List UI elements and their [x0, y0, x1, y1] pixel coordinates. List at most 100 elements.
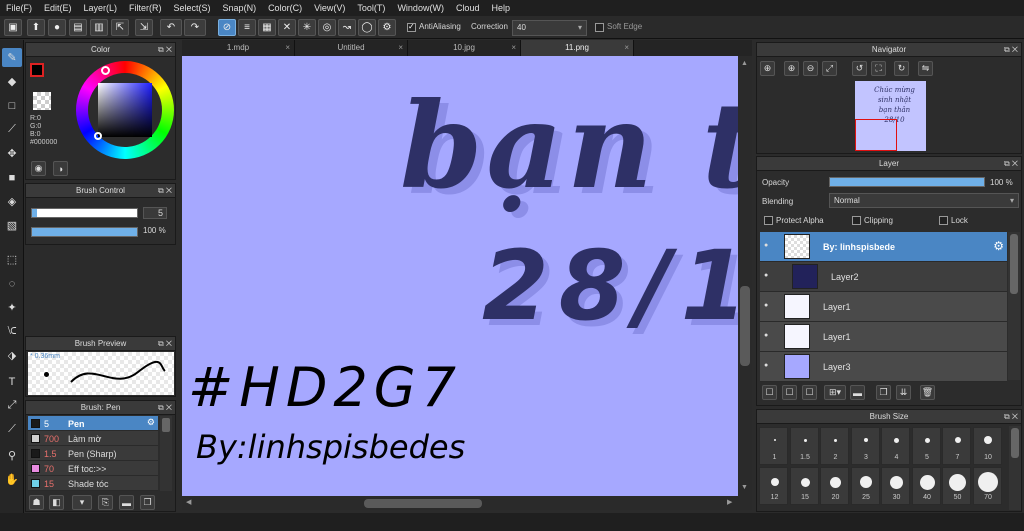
move-tool-icon[interactable]: ✥: [2, 144, 22, 163]
menu-item[interactable]: Edit(E): [38, 3, 78, 13]
brush-size-cell[interactable]: 10: [972, 427, 1002, 465]
layer-opacity-slider[interactable]: [829, 177, 985, 187]
close-tab-icon[interactable]: ×: [398, 40, 403, 56]
panel-controls-icon[interactable]: ⧉ ✕: [158, 401, 172, 415]
palette-icon[interactable]: ◉: [31, 161, 46, 176]
document-icon[interactable]: ▥: [90, 19, 108, 36]
duplicate-layer-icon[interactable]: ❐: [876, 385, 891, 400]
document-tab[interactable]: Untitled ×: [295, 40, 408, 56]
brush-list-scrollbar[interactable]: [160, 416, 172, 491]
snap-radial-icon[interactable]: ✳: [298, 19, 316, 36]
layer-row[interactable]: ● Layer3: [760, 352, 1007, 382]
snap-grid-icon[interactable]: ▦: [258, 19, 276, 36]
zoom-in-icon[interactable]: ⊕: [760, 61, 775, 76]
brush-size-cell[interactable]: 7: [942, 427, 971, 465]
drawing-canvas[interactable]: bạn t bạn t 28/10 28/10 #HD2G7 By:linhsp…: [182, 56, 738, 496]
document-tab[interactable]: 1.mdp ×: [182, 40, 295, 56]
correction-select[interactable]: 40: [512, 20, 587, 36]
brush-size-cell[interactable]: 30: [881, 467, 910, 505]
panel-controls-icon[interactable]: ⧉ ✕: [1004, 157, 1018, 171]
soft-edge-checkbox[interactable]: [595, 23, 604, 32]
color-cursor[interactable]: [94, 132, 102, 140]
merge-layer-icon[interactable]: ⇊: [896, 385, 911, 400]
brush-copy-icon[interactable]: ⎘: [98, 495, 113, 510]
brush-list-item[interactable]: 5 Pen ⚙: [28, 416, 158, 431]
close-tab-icon[interactable]: ×: [511, 40, 516, 56]
brush-settings-icon[interactable]: ⚙: [147, 417, 155, 428]
menu-item[interactable]: Color(C): [262, 3, 308, 13]
brush-size-cell[interactable]: 15: [789, 467, 819, 505]
scroll-up-icon[interactable]: ▲: [741, 60, 748, 67]
panel-controls-icon[interactable]: ⧉ ✕: [158, 337, 172, 351]
fit-view-icon[interactable]: ⤢: [822, 61, 837, 76]
brush-set-icon[interactable]: ◧: [49, 495, 64, 510]
text-tool-icon[interactable]: T: [2, 372, 22, 391]
layer-visibility-icon[interactable]: ●: [764, 362, 768, 369]
panel-controls-icon[interactable]: ⧉ ✕: [1004, 43, 1018, 57]
snap-cross-icon[interactable]: ✕: [278, 19, 296, 36]
hand-tool-icon[interactable]: ✋: [2, 470, 22, 489]
operation-tool-icon[interactable]: ⤢: [2, 396, 22, 415]
panel-controls-icon[interactable]: ⧉ ✕: [158, 184, 172, 198]
horizontal-scroll-thumb[interactable]: [364, 499, 482, 508]
brush-size-slider[interactable]: [31, 208, 138, 218]
lasso-tool-icon[interactable]: ◌: [2, 274, 22, 293]
snap-circle-icon[interactable]: ◎: [318, 19, 336, 36]
layer-row[interactable]: ● By: linhspisbede ⚙: [760, 232, 1007, 262]
menu-item[interactable]: Cloud: [450, 3, 486, 13]
canvas-horizontal-scrollbar[interactable]: ◀ ▶: [182, 496, 752, 510]
open-icon[interactable]: ⬆: [27, 19, 45, 36]
undo-icon[interactable]: ↶: [160, 19, 182, 36]
export-icon[interactable]: ⇱: [111, 19, 129, 36]
rotate-left-icon[interactable]: ↺: [852, 61, 867, 76]
comment-icon[interactable]: ●: [48, 19, 66, 36]
fill-rect-tool-icon[interactable]: ■: [2, 168, 22, 187]
select-eraser-tool-icon[interactable]: ⬗: [2, 346, 22, 365]
layer-visibility-icon[interactable]: ●: [764, 302, 768, 309]
menu-item[interactable]: Select(S): [168, 3, 217, 13]
redo-icon[interactable]: ↷: [184, 19, 206, 36]
close-tab-icon[interactable]: ×: [624, 40, 629, 56]
navigator-viewport-rect[interactable]: [855, 119, 897, 151]
layer-visibility-icon[interactable]: ●: [764, 272, 768, 279]
reset-rotation-icon[interactable]: ⛶: [871, 61, 886, 76]
scroll-right-icon[interactable]: ▶: [727, 498, 732, 506]
brush-size-cell[interactable]: 50: [942, 467, 971, 505]
zoom-in-alt-icon[interactable]: ⊕: [784, 61, 799, 76]
brush-size-scrollbar[interactable]: [1009, 426, 1021, 510]
brush-folder-icon[interactable]: ▬: [119, 495, 134, 510]
brush-options-icon[interactable]: ▾: [72, 495, 92, 510]
new-layer-8bit-icon[interactable]: ☐: [802, 385, 817, 400]
new-layer-alt-icon[interactable]: ☐: [782, 385, 797, 400]
clipping-checkbox[interactable]: [852, 216, 861, 225]
layer-list-scrollbar[interactable]: [1008, 232, 1020, 380]
film-icon[interactable]: ▤: [69, 19, 87, 36]
menu-item[interactable]: File(F): [0, 3, 38, 13]
panel-controls-icon[interactable]: ⧉ ✕: [158, 43, 172, 57]
scroll-left-icon[interactable]: ◀: [186, 498, 191, 506]
menu-item[interactable]: Snap(N): [217, 3, 263, 13]
brush-tool-icon[interactable]: ✎: [2, 48, 22, 67]
navigator-thumbnail[interactable]: Chúc mừng sinh nhật bạn thân 28/10: [855, 81, 926, 151]
snap-ellipse-icon[interactable]: ◯: [358, 19, 376, 36]
menu-item[interactable]: Filter(R): [123, 3, 168, 13]
scroll-down-icon[interactable]: ▼: [741, 484, 748, 491]
menu-item[interactable]: View(V): [308, 3, 351, 13]
layer-visibility-icon[interactable]: ●: [764, 332, 768, 339]
close-tab-icon[interactable]: ×: [285, 40, 290, 56]
saturation-value-square[interactable]: [98, 83, 152, 137]
eraser-tool-icon[interactable]: ◆: [2, 72, 22, 91]
zoom-out-icon[interactable]: ⊖: [803, 61, 818, 76]
layer-row[interactable]: ● Layer2: [760, 262, 1007, 292]
new-layer-icon[interactable]: ☐: [762, 385, 777, 400]
document-tab[interactable]: 10.jpg ×: [408, 40, 521, 56]
brush-size-cell[interactable]: 40: [911, 467, 941, 505]
menu-item[interactable]: Tool(T): [351, 3, 391, 13]
brush-size-cell[interactable]: 3: [850, 427, 880, 465]
brush-duplicate-icon[interactable]: ❐: [140, 495, 155, 510]
menu-item[interactable]: Layer(L): [78, 3, 124, 13]
brush-size-cell[interactable]: 12: [759, 467, 788, 505]
rect-select-tool-icon[interactable]: □: [2, 96, 22, 115]
layer-settings-icon[interactable]: ⚙: [993, 239, 1004, 253]
brush-list-item[interactable]: 700 Làm mờ: [28, 431, 158, 446]
